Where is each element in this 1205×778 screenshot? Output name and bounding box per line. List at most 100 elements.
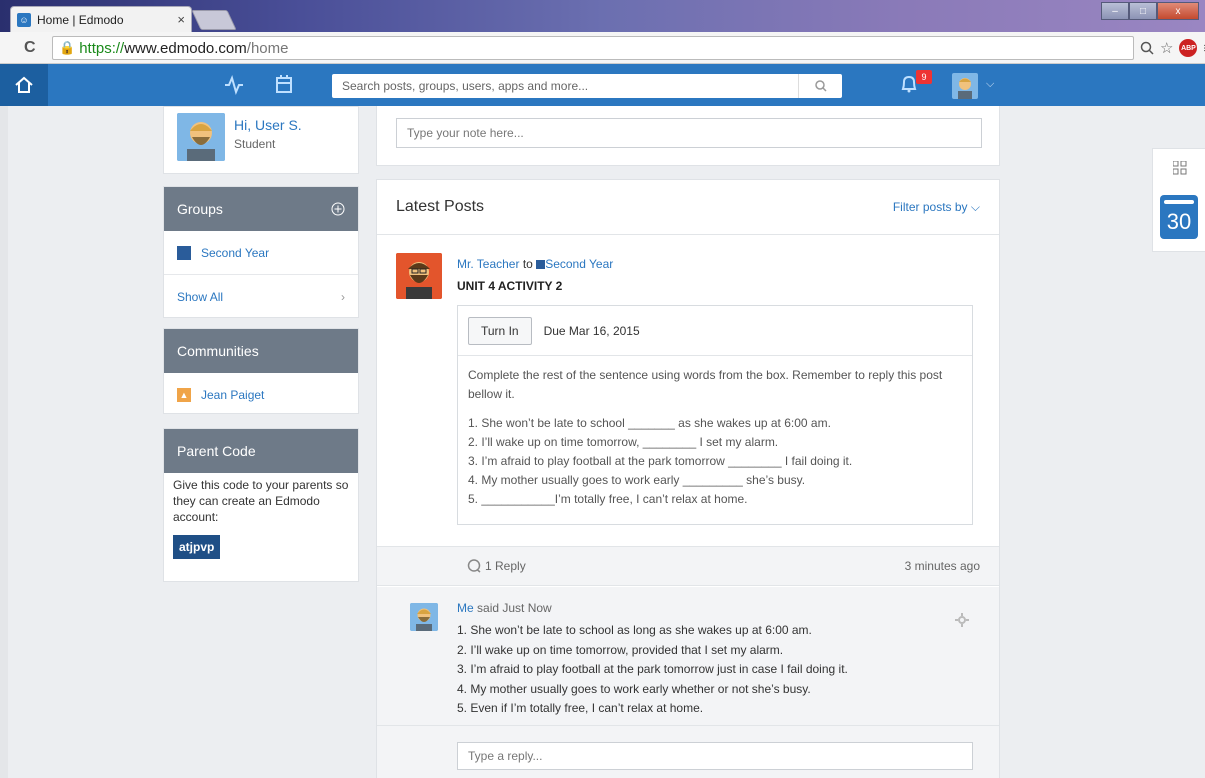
group-label: Second Year: [201, 245, 270, 260]
browser-tabstrip: ☺ Home | Edmodo × – □ x: [0, 0, 1205, 32]
latest-posts-card: Latest Posts Filter posts by ⌵ Mr. Teach…: [376, 179, 1000, 778]
close-tab-icon[interactable]: ×: [177, 12, 185, 27]
communities-header: Communities: [164, 329, 358, 373]
filter-posts-dropdown[interactable]: Filter posts by ⌵: [893, 200, 980, 215]
reply-meta: Me said Just Now: [457, 601, 552, 615]
user-avatar-icon: [958, 78, 972, 99]
communities-title: Communities: [177, 343, 259, 359]
maximize-button[interactable]: □: [1129, 2, 1157, 20]
window-controls: – □ x: [1101, 2, 1199, 20]
community-label: Jean Paiget: [201, 388, 265, 402]
filter-label: Filter posts by: [892, 199, 968, 214]
chevron-right-icon: ›: [341, 290, 345, 304]
reply-line: 5. Even if I’m totally free, I can’t rel…: [457, 701, 704, 715]
parent-code-header: Parent Code: [164, 429, 358, 473]
reload-icon[interactable]: C: [24, 39, 36, 57]
adblock-icon[interactable]: ABP: [1179, 39, 1198, 57]
parent-code-title: Parent Code: [177, 443, 256, 459]
reply-input[interactable]: Type a reply...: [457, 742, 973, 770]
note-input[interactable]: Type your note here...: [396, 118, 982, 148]
group-color-icon: [177, 245, 191, 260]
search-button[interactable]: [798, 74, 842, 98]
close-window-button[interactable]: x: [1157, 2, 1199, 20]
post-time-ago: 3 minutes ago: [904, 559, 980, 573]
user-avatar[interactable]: [952, 73, 978, 99]
reply-line: 3. I’m afraid to play football at the pa…: [457, 662, 848, 676]
url-field[interactable]: 🔒 https:// www.edmodo.com /home: [52, 36, 1134, 60]
post-to-word: to: [522, 257, 533, 271]
home-icon: [15, 76, 33, 93]
avatar[interactable]: [177, 113, 225, 161]
calendar-day: 30: [1166, 209, 1192, 234]
assignment-header: Turn In Due Mar 16, 2015: [458, 306, 972, 356]
calendar-icon[interactable]: 30: [1160, 195, 1198, 239]
browser-tab[interactable]: ☺ Home | Edmodo ×: [10, 6, 192, 32]
search-icon: [814, 80, 827, 92]
turn-in-button[interactable]: Turn In: [468, 316, 532, 345]
note-card: Type your note here...: [376, 106, 1000, 166]
show-all-label: Show All: [177, 290, 224, 304]
post-footer: 1 Reply 3 minutes ago: [377, 546, 999, 586]
reply-said: said Just Now: [477, 601, 552, 615]
show-all-groups[interactable]: Show All ›: [164, 275, 358, 319]
posts-title: Latest Posts: [396, 198, 485, 215]
post-group-link[interactable]: Second Year: [545, 257, 613, 271]
profile-role: Student: [234, 137, 276, 151]
apps-grid-icon[interactable]: [1173, 161, 1187, 175]
teacher-avatar-icon: [396, 253, 442, 299]
activity-icon[interactable]: [224, 75, 244, 95]
profile-name[interactable]: Hi, User S.: [234, 117, 302, 133]
browser-toolbar-icons: ☆ ABP ≡: [1140, 39, 1205, 57]
profile-avatar-icon: [177, 113, 225, 161]
reply-body: 1. She won’t be late to school as long a…: [457, 621, 848, 719]
url-host: www.edmodo.com: [124, 39, 247, 57]
group-square-icon: [536, 260, 546, 269]
search-placeholder: Search posts, groups, users, apps and mo…: [342, 79, 589, 93]
chevron-down-icon: ⌵: [970, 199, 980, 214]
groups-title: Groups: [177, 201, 223, 217]
add-group-icon[interactable]: [331, 202, 345, 216]
sidebar-item-second-year[interactable]: Second Year: [164, 231, 358, 275]
profile-card: Hi, User S. Student: [163, 106, 359, 174]
left-edge: [0, 64, 8, 778]
search-input[interactable]: Search posts, groups, users, apps and mo…: [332, 74, 842, 98]
chevron-down-icon[interactable]: ⌵: [986, 78, 994, 91]
calendar-ring: [1164, 200, 1194, 204]
new-tab-button[interactable]: [191, 10, 237, 30]
reply-count-link[interactable]: 1 Reply: [467, 559, 905, 573]
assignment-line: 3. I’m afraid to play football at the pa…: [468, 454, 853, 468]
zoom-icon[interactable]: [1140, 41, 1154, 55]
reply-author-link[interactable]: Me: [457, 601, 474, 615]
assignment-line: 4. My mother usually goes to work early …: [468, 473, 806, 487]
assignment-instructions: Complete the rest of the sentence using …: [468, 368, 943, 401]
communities-card: Communities ▲ Jean Paiget: [163, 328, 359, 414]
tab-title: Home | Edmodo: [37, 12, 124, 27]
reply-avatar[interactable]: [410, 603, 438, 631]
assignment-line: 2. I’ll wake up on time tomorrow, ______…: [468, 435, 779, 449]
minimize-button[interactable]: –: [1101, 2, 1129, 20]
parent-code-description: Give this code to your parents so they c…: [173, 478, 349, 524]
community-building-icon: ▲: [177, 388, 191, 402]
gear-icon[interactable]: [955, 613, 969, 627]
assignment-line: 5. ___________I’m totally free, I can’t …: [468, 492, 748, 506]
sidebar-item-jean-paiget[interactable]: ▲ Jean Paiget: [164, 373, 358, 417]
reply-line: 4. My mother usually goes to work early …: [457, 681, 811, 696]
assignment-box: Turn In Due Mar 16, 2015 Complete the re…: [457, 305, 973, 525]
lock-icon: 🔒: [59, 40, 76, 55]
home-button[interactable]: [0, 64, 48, 106]
teacher-avatar[interactable]: [396, 253, 442, 299]
assignment-body: Complete the rest of the sentence using …: [458, 356, 972, 519]
app-navbar: Search posts, groups, users, apps and mo…: [0, 64, 1205, 106]
bookmark-star-icon[interactable]: ☆: [1160, 39, 1173, 57]
groups-header: Groups: [164, 187, 358, 231]
post-author-link[interactable]: Mr. Teacher: [457, 257, 519, 271]
parent-code-card: Parent Code Give this code to your paren…: [163, 428, 359, 582]
reply-line: 2. I’ll wake up on time tomorrow, provid…: [457, 642, 784, 657]
planner-icon[interactable]: [275, 74, 293, 94]
address-bar: C 🔒 https:// www.edmodo.com /home ☆ ABP …: [0, 32, 1205, 64]
groups-card: Groups Second Year Show All ›: [163, 186, 359, 318]
comment-icon: [467, 559, 481, 573]
notification-badge: 9: [916, 70, 932, 84]
reply-avatar-icon: [410, 603, 438, 631]
due-date: Due Mar 16, 2015: [543, 323, 640, 338]
